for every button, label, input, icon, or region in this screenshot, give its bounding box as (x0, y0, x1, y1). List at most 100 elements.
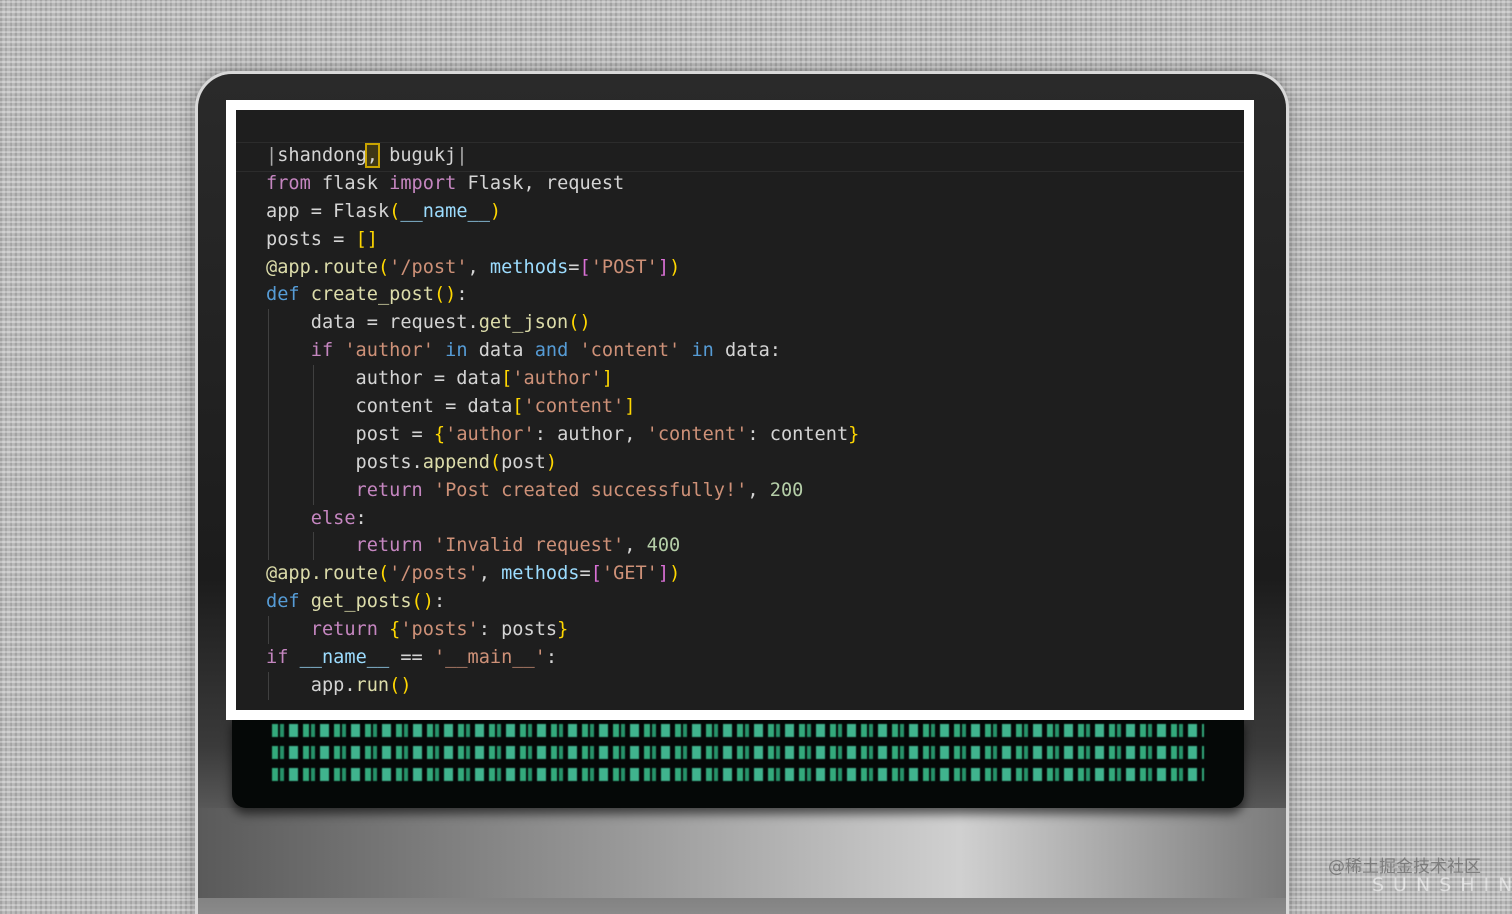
code-token: : (456, 284, 468, 306)
code-token: return (355, 535, 423, 557)
code-token: { (389, 619, 401, 641)
indent-guide (312, 476, 314, 505)
indent-guide (312, 448, 314, 477)
code-token: = (568, 256, 580, 278)
code-editor[interactable]: |shandong, bugukj| from flask import Flas… (236, 110, 1244, 710)
code-token: and (534, 340, 569, 362)
code-token: 'Post created successfully!' (433, 479, 748, 501)
indent-guide (268, 504, 269, 533)
matrix-row (272, 746, 1204, 759)
code-token: : (545, 647, 558, 669)
code-line[interactable]: return 'Invalid request', 400 (266, 532, 859, 561)
code-line[interactable]: if 'author' in data and 'content' in dat… (266, 337, 859, 366)
code-token: data: (713, 340, 781, 362)
code-line[interactable]: return 'Post created successfully!', 200 (266, 476, 859, 505)
code-line[interactable]: author = data['author'] (266, 365, 859, 394)
code-token: ( (389, 200, 401, 222)
code-token: data = request. (310, 312, 479, 334)
code-line[interactable]: def create_post(): (266, 281, 859, 309)
code-token: __name__ (400, 200, 490, 222)
code-token: ) (669, 256, 681, 278)
code-token: 400 (646, 535, 681, 557)
code-token: [ (501, 368, 513, 390)
code-token: from (266, 172, 311, 194)
code-token: 'Invalid request' (433, 535, 625, 557)
code-line[interactable]: return {'posts': posts} (266, 616, 859, 645)
code-line[interactable]: data = request.get_json() (266, 309, 859, 338)
indent-guide (268, 616, 269, 645)
indent-guide (312, 393, 314, 421)
code-line[interactable]: @app.route('/posts', methods=['GET']) (266, 560, 859, 588)
code-line[interactable]: app.run() (266, 671, 859, 700)
code-token: def (266, 591, 300, 613)
matrix-row (272, 768, 1204, 781)
code-token: app. (310, 674, 356, 696)
code-token: [ (579, 256, 591, 278)
code-token: post (501, 451, 546, 473)
code-line[interactable]: content = data['content'] (266, 393, 859, 421)
code-token: 200 (769, 479, 804, 501)
code-line[interactable]: app = Flask(__name__) (266, 198, 859, 226)
code-line[interactable]: |shandong, bugukj| (266, 142, 859, 170)
code-token: , (467, 256, 490, 278)
code-token: data (467, 340, 535, 362)
code-token: [] (355, 228, 378, 250)
indent-guide (268, 393, 269, 421)
code-token: content = data (355, 396, 513, 418)
code-line[interactable]: if __name__ == '__main__': (266, 644, 859, 672)
code-token: ] (657, 563, 670, 585)
code-token: append (422, 451, 490, 473)
code-token: 'GET' (601, 563, 658, 585)
code-token: def (266, 284, 300, 306)
code-token: , (364, 143, 381, 168)
code-token: 'author' (445, 423, 535, 445)
code-token: 'posts' (400, 619, 479, 641)
indent-guide (312, 532, 314, 561)
code-token: 'author' (512, 368, 602, 390)
code-token: [ (512, 396, 524, 418)
code-token: in (445, 340, 468, 362)
indent-guide (268, 420, 269, 449)
indent-guide (268, 532, 269, 561)
code-token: ) (669, 563, 681, 585)
code-token: () (568, 312, 591, 334)
code-token: get_json (478, 312, 569, 334)
code-token: if (310, 340, 334, 362)
code-token: () (389, 674, 412, 696)
code-token: return (310, 619, 378, 641)
code-token: create_post (310, 284, 434, 306)
code-token: shandong (277, 145, 367, 166)
code-line[interactable]: post = {'author': author, 'content': con… (266, 420, 859, 449)
code-token: : posts (478, 619, 558, 641)
code-token: @app.route (266, 256, 378, 278)
code-token: ] (624, 396, 636, 418)
code-token: posts. (355, 451, 423, 473)
indent-guide (312, 365, 314, 394)
code-token: __name__ (299, 647, 390, 669)
indent-guide (268, 671, 269, 700)
code-token: posts = (266, 228, 356, 250)
code-token: '/post' (389, 256, 468, 278)
code-line[interactable]: def get_posts(): (266, 588, 859, 616)
code-token: : author, (534, 423, 647, 445)
code-line[interactable]: from flask import Flask, request (266, 170, 859, 198)
code-line[interactable]: @app.route('/post', methods=['POST']) (266, 254, 859, 282)
indent-guide (268, 365, 269, 394)
code-line[interactable]: posts = [] (266, 226, 859, 254)
code-line[interactable]: else: (266, 504, 859, 533)
code-token: run (355, 674, 390, 696)
code-area[interactable]: |shandong, bugukj| from flask import Flas… (266, 142, 859, 700)
code-token: bugukj (377, 145, 457, 166)
code-token: methods (501, 563, 580, 585)
code-token: () (411, 591, 434, 613)
code-token: ( (377, 563, 390, 585)
code-token: = (579, 563, 591, 585)
code-token: in (691, 340, 714, 362)
code-token: : content (747, 423, 849, 445)
code-token: ( (377, 256, 390, 278)
code-token: import (389, 172, 457, 194)
code-line[interactable]: posts.append(post) (266, 448, 859, 477)
